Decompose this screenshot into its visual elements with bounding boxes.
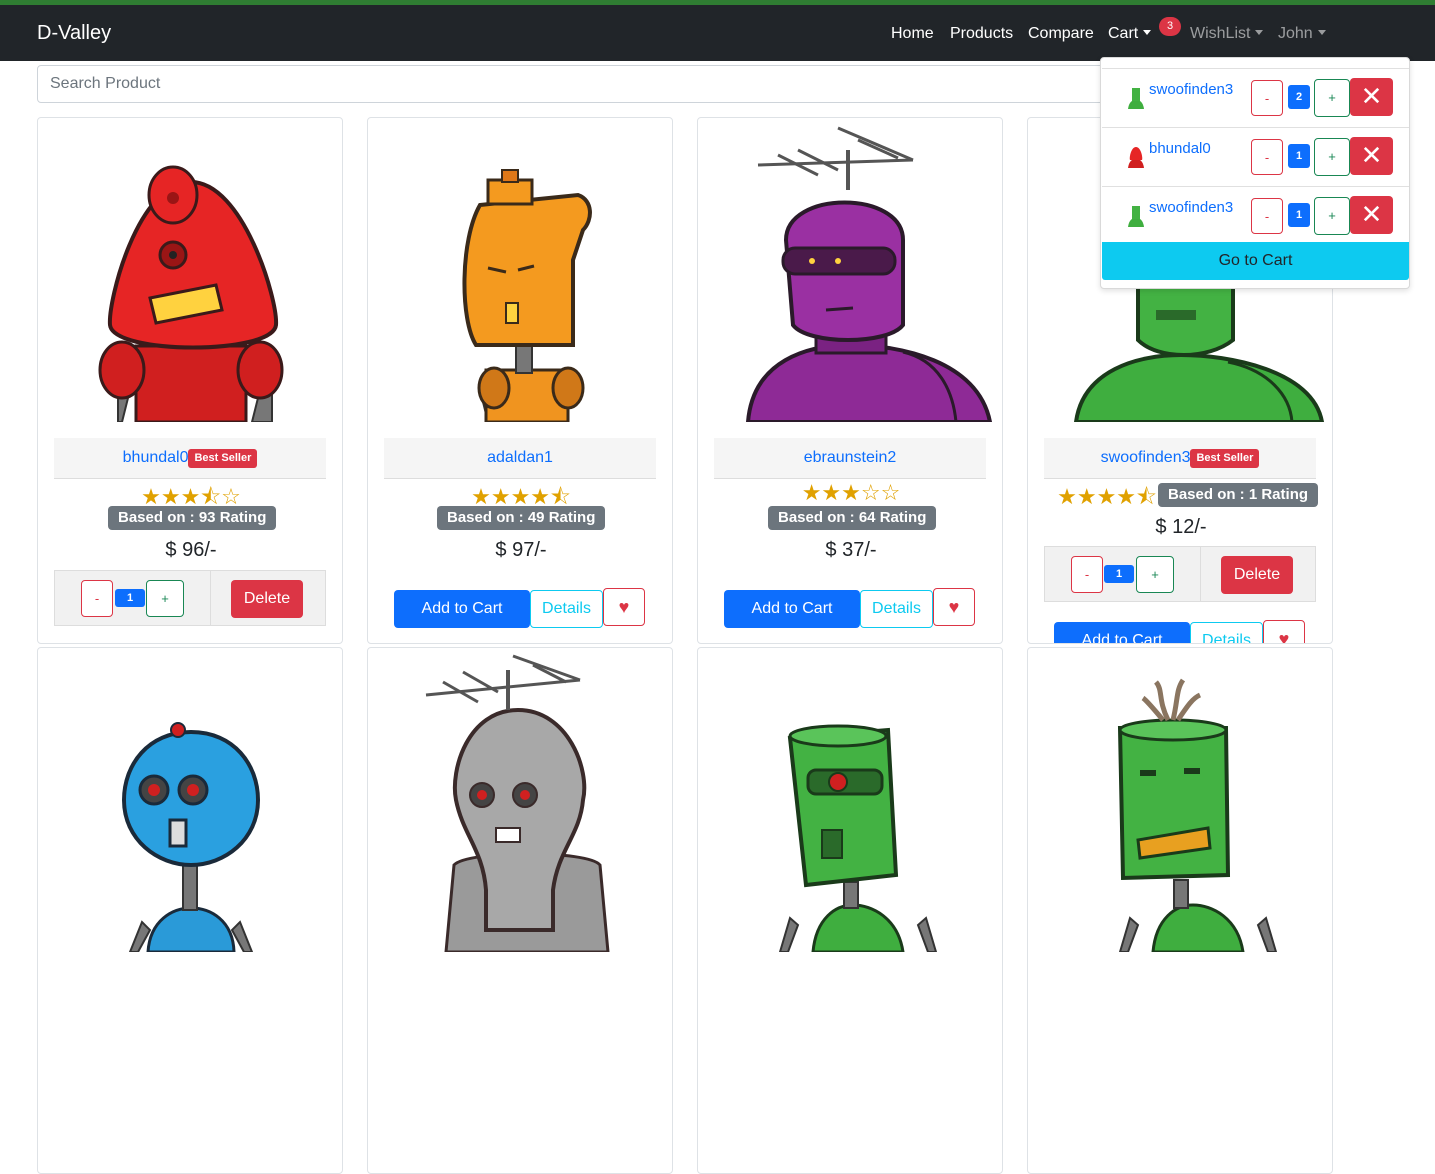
- decrease-qty-button[interactable]: -: [1251, 198, 1283, 234]
- add-to-cart-button[interactable]: Add to Cart: [724, 590, 860, 628]
- increase-qty-button[interactable]: +: [146, 580, 184, 617]
- robot-blue-image: [121, 722, 261, 952]
- product-card: [697, 647, 1003, 1174]
- increase-qty-button[interactable]: +: [1136, 556, 1174, 593]
- divider: [1200, 547, 1201, 601]
- rating-count-badge: Based on : 1 Rating: [1158, 483, 1319, 507]
- product-card: [1027, 647, 1333, 1174]
- product-name-link[interactable]: ebraunstein2: [714, 438, 986, 479]
- nav-compare[interactable]: Compare: [1028, 25, 1094, 43]
- robot-green-teeth-image: [1117, 678, 1278, 952]
- star-rating-icon: ★★★☆☆: [801, 480, 901, 505]
- nav-cart-label: Cart: [1108, 25, 1139, 42]
- decrease-qty-button[interactable]: -: [1251, 80, 1283, 116]
- details-button[interactable]: Details: [860, 590, 933, 628]
- nav-wishlist-label: WishList: [1190, 25, 1251, 42]
- quantity-control: - 1 + Delete: [1044, 546, 1316, 602]
- product-name[interactable]: ebraunstein2: [804, 449, 897, 466]
- cart-item-name[interactable]: bhundal0: [1149, 140, 1211, 157]
- qty-badge: 2: [1288, 85, 1310, 109]
- best-seller-badge: Best Seller: [188, 449, 258, 468]
- search-input[interactable]: [37, 65, 1137, 103]
- robot-orange-image: [462, 169, 592, 422]
- product-name[interactable]: swoofinden3: [1101, 449, 1191, 466]
- chevron-down-icon: [1143, 30, 1152, 35]
- robot-gray-image: [425, 654, 610, 952]
- nav-user-dropdown[interactable]: John: [1278, 25, 1326, 43]
- nav-user-label: John: [1278, 25, 1313, 42]
- qty-badge: 1: [1104, 565, 1134, 583]
- product-card: bhundal0 Best Seller ★★★⯪☆ Based on : 93 …: [37, 117, 343, 644]
- robot-green-thumbnail-icon: [1128, 88, 1144, 109]
- nav-cart-dropdown[interactable]: Cart: [1108, 25, 1152, 43]
- decrease-qty-button[interactable]: -: [1251, 139, 1283, 175]
- robot-red-thumbnail-icon: [1128, 147, 1144, 168]
- robot-green-can-image: [778, 724, 938, 952]
- product-card: ebraunstein2 ★★★☆☆ Based on : 64 Rating …: [697, 117, 1003, 644]
- best-seller-badge: Best Seller: [1190, 449, 1260, 468]
- details-button[interactable]: Details: [530, 590, 603, 628]
- increase-qty-button[interactable]: +: [1314, 197, 1350, 235]
- cart-item-name[interactable]: swoofinden3: [1149, 81, 1233, 98]
- cart-item: swoofinden3 - 2 + ✕: [1102, 68, 1409, 127]
- nav-home[interactable]: Home: [891, 25, 934, 43]
- quantity-control: - 1 + Delete: [54, 570, 326, 626]
- decrease-qty-button[interactable]: -: [81, 580, 113, 617]
- product-name[interactable]: adaldan1: [487, 449, 553, 466]
- rating-count-badge: Based on : 49 Rating: [437, 506, 606, 530]
- cart-dropdown-menu: swoofinden3 - 2 + ✕ bhundal0 - 1 + ✕ swo…: [1100, 57, 1410, 289]
- product-name-link[interactable]: swoofinden3 Best Seller: [1044, 438, 1316, 479]
- qty-badge: 1: [115, 589, 145, 607]
- product-price: $ 12/-: [1155, 516, 1207, 538]
- heart-icon[interactable]: ♥: [1263, 620, 1305, 643]
- remove-item-button[interactable]: ✕: [1350, 196, 1393, 234]
- robot-red-image: [98, 165, 284, 422]
- product-name-link[interactable]: adaldan1: [384, 438, 656, 479]
- navbar: D-Valley Home Products Compare Cart 3 Wi…: [0, 5, 1435, 61]
- product-name-link[interactable]: bhundal0 Best Seller: [54, 438, 326, 479]
- cart-item: bhundal0 - 1 + ✕: [1102, 127, 1409, 186]
- product-name[interactable]: bhundal0: [123, 449, 189, 466]
- heart-icon[interactable]: ♥: [933, 588, 975, 626]
- remove-item-button[interactable]: ✕: [1350, 78, 1393, 116]
- increase-qty-button[interactable]: +: [1314, 79, 1350, 117]
- chevron-down-icon: [1317, 30, 1326, 35]
- add-to-cart-button[interactable]: Add to Cart: [1054, 622, 1190, 643]
- robot-purple-image: [745, 126, 993, 422]
- nav-products[interactable]: Products: [950, 25, 1013, 43]
- robot-green-thumbnail-icon: [1128, 206, 1144, 227]
- details-button[interactable]: Details: [1190, 622, 1263, 643]
- remove-item-button[interactable]: ✕: [1350, 137, 1393, 175]
- add-to-cart-button[interactable]: Add to Cart: [394, 590, 530, 628]
- product-price: $ 97/-: [495, 539, 547, 561]
- rating-count-badge: Based on : 93 Rating: [108, 506, 277, 530]
- qty-badge: 1: [1288, 203, 1310, 227]
- chevron-down-icon: [1255, 30, 1264, 35]
- product-price: $ 96/-: [165, 539, 217, 561]
- divider: [210, 571, 211, 625]
- nav-wishlist-dropdown[interactable]: WishList: [1190, 25, 1264, 43]
- rating-count-badge: Based on : 64 Rating: [768, 506, 937, 530]
- go-to-cart-button[interactable]: Go to Cart: [1102, 242, 1409, 280]
- qty-badge: 1: [1288, 144, 1310, 168]
- increase-qty-button[interactable]: +: [1314, 138, 1350, 176]
- heart-icon[interactable]: ♥: [603, 588, 645, 626]
- cart-item: swoofinden3 - 1 + ✕: [1102, 186, 1409, 245]
- cart-item-name[interactable]: swoofinden3: [1149, 199, 1233, 216]
- decrease-qty-button[interactable]: -: [1071, 556, 1103, 593]
- cart-count-badge: 3: [1159, 17, 1181, 36]
- product-card: [37, 647, 343, 1174]
- brand-logo[interactable]: D-Valley: [37, 22, 111, 45]
- product-card: adaldan1 ★★★★⯪ Based on : 49 Rating $ 97…: [367, 117, 673, 644]
- delete-button[interactable]: Delete: [231, 580, 303, 618]
- product-card: [367, 647, 673, 1174]
- delete-button[interactable]: Delete: [1221, 556, 1293, 594]
- product-price: $ 37/-: [825, 539, 877, 561]
